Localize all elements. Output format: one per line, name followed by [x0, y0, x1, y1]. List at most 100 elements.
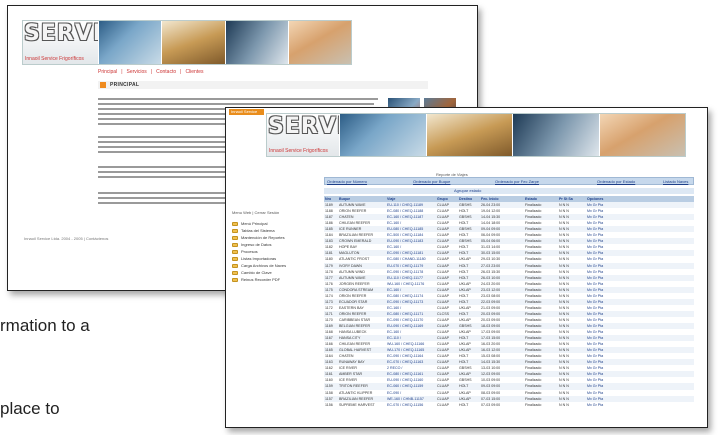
table-cell: N N N — [559, 330, 569, 335]
table-cell[interactable]: Mx Gr Pta — [586, 288, 694, 292]
table-cell[interactable]: Mx Gr Pta — [586, 378, 694, 382]
table-cell: EU-090 / CHEQ-11183 — [387, 239, 424, 244]
table-cell[interactable]: Mx Gr Pta — [586, 403, 694, 407]
table-cell: EC-060 / CHEQ-11159 — [387, 384, 424, 389]
table-cell: N N N — [559, 239, 569, 244]
table-cell[interactable]: Mx Gr Pta — [586, 239, 694, 243]
banner-photo-cargo — [425, 114, 512, 156]
table-cell[interactable]: Mx Gr Pta — [586, 233, 694, 237]
column-header[interactable]: Buque — [338, 197, 386, 201]
nav-link-clientes[interactable]: Clientes — [185, 69, 203, 75]
table-cell[interactable]: Mx Gr Pta — [586, 360, 694, 364]
table-cell: HOLT — [459, 311, 469, 316]
table-cell: 14-03 15:30 — [481, 360, 501, 365]
table-cell[interactable]: Mx Gr Pta — [586, 336, 694, 340]
table-cell[interactable]: Mx Gr Pta — [586, 306, 694, 310]
sort-by-number-link[interactable]: Ordenado por Número — [327, 179, 367, 184]
table-cell[interactable]: Mx Gr Pta — [586, 203, 694, 207]
table-cell: N N N — [559, 354, 569, 359]
column-header[interactable]: Viaje — [386, 197, 436, 201]
vessel-list-link[interactable]: Listado Naves — [663, 179, 688, 184]
sidebar-item[interactable]: Cambio de Clave — [232, 269, 316, 276]
nav-link-principal[interactable]: Principal — [98, 69, 117, 75]
sidebar-item-label: Listas Importadoras — [241, 256, 277, 261]
table-cell: CLUAP — [437, 251, 449, 256]
table-cell: BRAZILIAN REEFER — [339, 396, 374, 401]
table-cell[interactable]: Mx Gr Pta — [586, 276, 694, 280]
table-cell: CONDORA STREAM — [339, 287, 374, 292]
column-header[interactable]: Destino — [458, 197, 480, 201]
voyage-table: Nro Buque Viaje Grupo Destino Fec. Inici… — [324, 196, 694, 408]
sidebar-item[interactable]: Menú Principal — [232, 220, 316, 227]
table-cell[interactable]: Mx Gr Pta — [586, 366, 694, 370]
table-cell[interactable]: Mx Gr Pta — [586, 391, 694, 395]
sidebar-header[interactable]: Menu Web | Cerrar Sesión — [232, 210, 316, 215]
sidebar-item[interactable]: Carga Archivos de Naves — [232, 262, 316, 269]
table-cell: 1163 — [325, 360, 333, 365]
table-cell: HOLT — [459, 245, 469, 250]
table-cell[interactable]: Mx Gr Pta — [586, 215, 694, 219]
table-cell: EC-090 / CHEQ-11178 — [387, 269, 424, 274]
table-cell: 1173 — [325, 299, 333, 304]
table-cell[interactable]: Mx Gr Pta — [586, 245, 694, 249]
sidebar-item[interactable]: Ingreso de Datos — [232, 241, 316, 248]
table-cell[interactable]: Mx Gr Pta — [586, 282, 694, 286]
table-cell: 06-04 09:00 — [481, 233, 501, 238]
table-cell[interactable]: Mx Gr Pta — [586, 312, 694, 316]
table-cell[interactable]: Mx Gr Pta — [586, 251, 694, 255]
table-cell: CLUAP — [437, 245, 449, 250]
sort-by-vessel-link[interactable]: Ordenado por Buque — [413, 179, 450, 184]
nav-link-servicios[interactable]: Servicios — [127, 69, 147, 75]
column-header[interactable]: Nro — [324, 197, 338, 201]
table-cell[interactable]: Mx Gr Pta — [586, 300, 694, 304]
table-cell: N N N — [559, 378, 569, 383]
sidebar-item[interactable]: Listas Importadoras — [232, 255, 316, 262]
table-cell: 1166 — [325, 342, 333, 347]
table-cell[interactable]: Mx Gr Pta — [586, 372, 694, 376]
logo-subtitle: Innaoil Service Frigoríficos — [269, 148, 328, 154]
sort-by-state-link[interactable]: Ordenado por Estado — [597, 179, 635, 184]
table-cell[interactable]: Mx Gr Pta — [586, 384, 694, 388]
table-cell: CLUAP — [437, 324, 449, 328]
sidebar-item-label: Tablas del Sistema — [241, 228, 275, 233]
table-cell: N N N — [559, 215, 569, 220]
sidebar-item[interactable]: Reinus Recorder PDF — [232, 276, 316, 283]
table-cell: 26-04 23:00 — [481, 203, 501, 208]
table-cell[interactable]: Mx Gr Pta — [586, 348, 694, 352]
table-cell: N N N — [559, 360, 569, 365]
table-cell[interactable]: Mx Gr Pta — [586, 264, 694, 268]
column-header[interactable]: Fec. Inicio — [480, 197, 524, 201]
table-cell[interactable]: Mx Gr Pta — [586, 270, 694, 274]
table-cell[interactable]: Mx Gr Pta — [586, 324, 694, 328]
sort-by-date-link[interactable]: Ordenado por Fec Zarpe — [495, 179, 539, 184]
table-cell[interactable]: Mx Gr Pta — [586, 209, 694, 213]
table-cell: EC-080 / CHEQ-11174 — [387, 293, 424, 298]
table-row[interactable]: 1156 SUPREME HARVEST EC-070 / CHEQ-11156 CL… — [324, 401, 694, 408]
table-cell: Finalizado — [525, 233, 542, 238]
column-header[interactable]: Opciones — [586, 197, 694, 201]
table-cell[interactable]: Mx Gr Pta — [586, 397, 694, 401]
table-cell: EC-080 / CHEQ-11188 — [387, 209, 424, 214]
sidebar-item[interactable]: Tablas del Sistema — [232, 227, 316, 234]
table-cell[interactable]: Mx Gr Pta — [586, 227, 694, 231]
table-cell: CLUAP — [437, 330, 449, 335]
group-state-link[interactable]: Agrupar estado — [454, 188, 481, 193]
column-header[interactable]: Grupo — [436, 197, 458, 201]
table-cell: EC-160 / — [387, 305, 402, 310]
table-cell[interactable]: Mx Gr Pta — [586, 221, 694, 225]
table-cell[interactable]: Mx Gr Pta — [586, 257, 694, 261]
table-cell: N N N — [559, 384, 569, 389]
table-cell[interactable]: Mx Gr Pta — [586, 354, 694, 358]
sidebar-item[interactable]: Mantención de Reportes — [232, 234, 316, 241]
column-header[interactable]: Pr St Sa — [558, 197, 586, 201]
table-cell: 16-03 12:00 — [481, 348, 501, 353]
table-cell[interactable]: Mx Gr Pta — [586, 294, 694, 298]
sidebar-item[interactable]: Procesos — [232, 248, 316, 255]
column-header[interactable]: Estado — [524, 197, 558, 201]
nav-link-contacto[interactable]: Contacto — [156, 69, 176, 75]
table-cell[interactable]: Mx Gr Pta — [586, 342, 694, 346]
table-cell[interactable]: Mx Gr Pta — [586, 330, 694, 334]
table-cell[interactable]: Mx Gr Pta — [586, 318, 694, 322]
table-cell: N N N — [559, 390, 569, 395]
table-cell: CARIBBEAN STAR — [339, 317, 371, 322]
